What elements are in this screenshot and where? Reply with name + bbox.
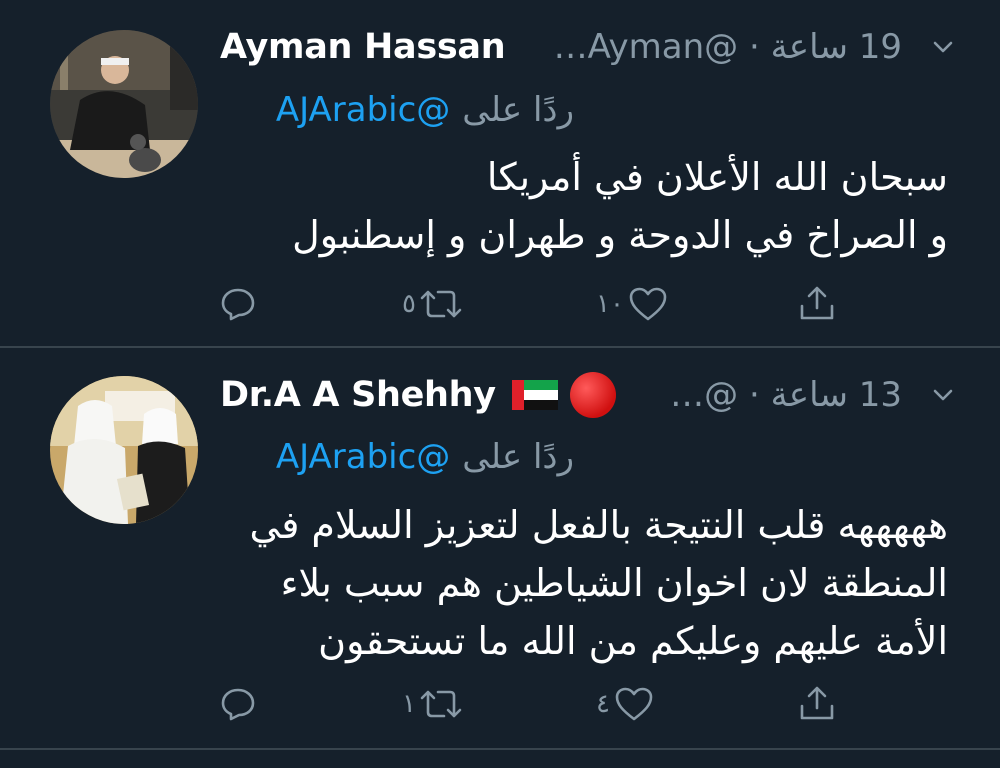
tweet-actions: ١ ٤ xyxy=(0,678,1000,728)
chevron-down-icon[interactable] xyxy=(930,34,956,60)
uae-flag-icon xyxy=(511,380,558,410)
handle-time: 13 ساعة · @… xyxy=(670,375,902,415)
tweet-header: Dr.A A Shehhy 13 ساعة · @… xyxy=(220,370,950,420)
reply-icon xyxy=(221,288,255,321)
like-count: ٤ xyxy=(596,689,610,719)
share-icon xyxy=(800,686,834,720)
author-name[interactable]: Dr.A A Shehhy xyxy=(220,375,496,415)
tweet-header: Ayman Hassan 19 ساعة · @Ayman… xyxy=(220,22,950,72)
divider xyxy=(0,748,1000,750)
like-button[interactable]: ٤ xyxy=(596,686,654,722)
retweet-button[interactable]: ٥ xyxy=(402,286,464,322)
reply-icon xyxy=(221,688,255,721)
retweet-icon xyxy=(420,690,462,718)
retweet-count: ١ xyxy=(402,689,416,719)
like-icon xyxy=(629,287,667,321)
like-count: ١٠ xyxy=(596,289,624,319)
avatar[interactable] xyxy=(50,30,198,178)
avatar[interactable] xyxy=(50,376,198,524)
replying-to: ردًا على @AJArabic xyxy=(276,85,574,135)
reply-button[interactable] xyxy=(219,286,257,322)
share-button[interactable] xyxy=(797,284,837,322)
tweet-actions: ٥ ١٠ xyxy=(0,278,1000,328)
retweet-count: ٥ xyxy=(402,289,416,319)
replying-to-label: ردًا على xyxy=(462,90,574,130)
chevron-down-icon[interactable] xyxy=(930,382,956,408)
share-icon xyxy=(800,286,834,320)
like-button[interactable]: ١٠ xyxy=(596,286,668,322)
replying-to-label: ردًا على xyxy=(462,437,574,477)
replying-to: ردًا على @AJArabic xyxy=(276,432,574,482)
share-button[interactable] xyxy=(797,684,837,722)
like-icon xyxy=(615,687,653,721)
tweet-1[interactable]: Ayman Hassan 19 ساعة · @Ayman… ردًا على … xyxy=(0,0,1000,347)
mention-link[interactable]: @AJArabic xyxy=(276,437,450,477)
reply-button[interactable] xyxy=(219,686,257,722)
retweet-icon xyxy=(420,290,462,318)
author-name[interactable]: Ayman Hassan xyxy=(220,27,506,67)
mention-link[interactable]: @AJArabic xyxy=(276,90,450,130)
red-circle-icon xyxy=(569,372,616,418)
handle-time: 19 ساعة · @Ayman… xyxy=(553,27,902,67)
tweet-text: هههههه قلب النتيجة بالفعل لتعزيز السلام … xyxy=(249,503,948,663)
retweet-button[interactable]: ١ xyxy=(402,686,464,722)
tweet-2[interactable]: Dr.A A Shehhy 13 ساعة · @… ردًا على @AJA… xyxy=(0,348,1000,748)
tweet-text: سبحان الله الأعلان في أمريكا و الصراخ في… xyxy=(292,155,948,257)
